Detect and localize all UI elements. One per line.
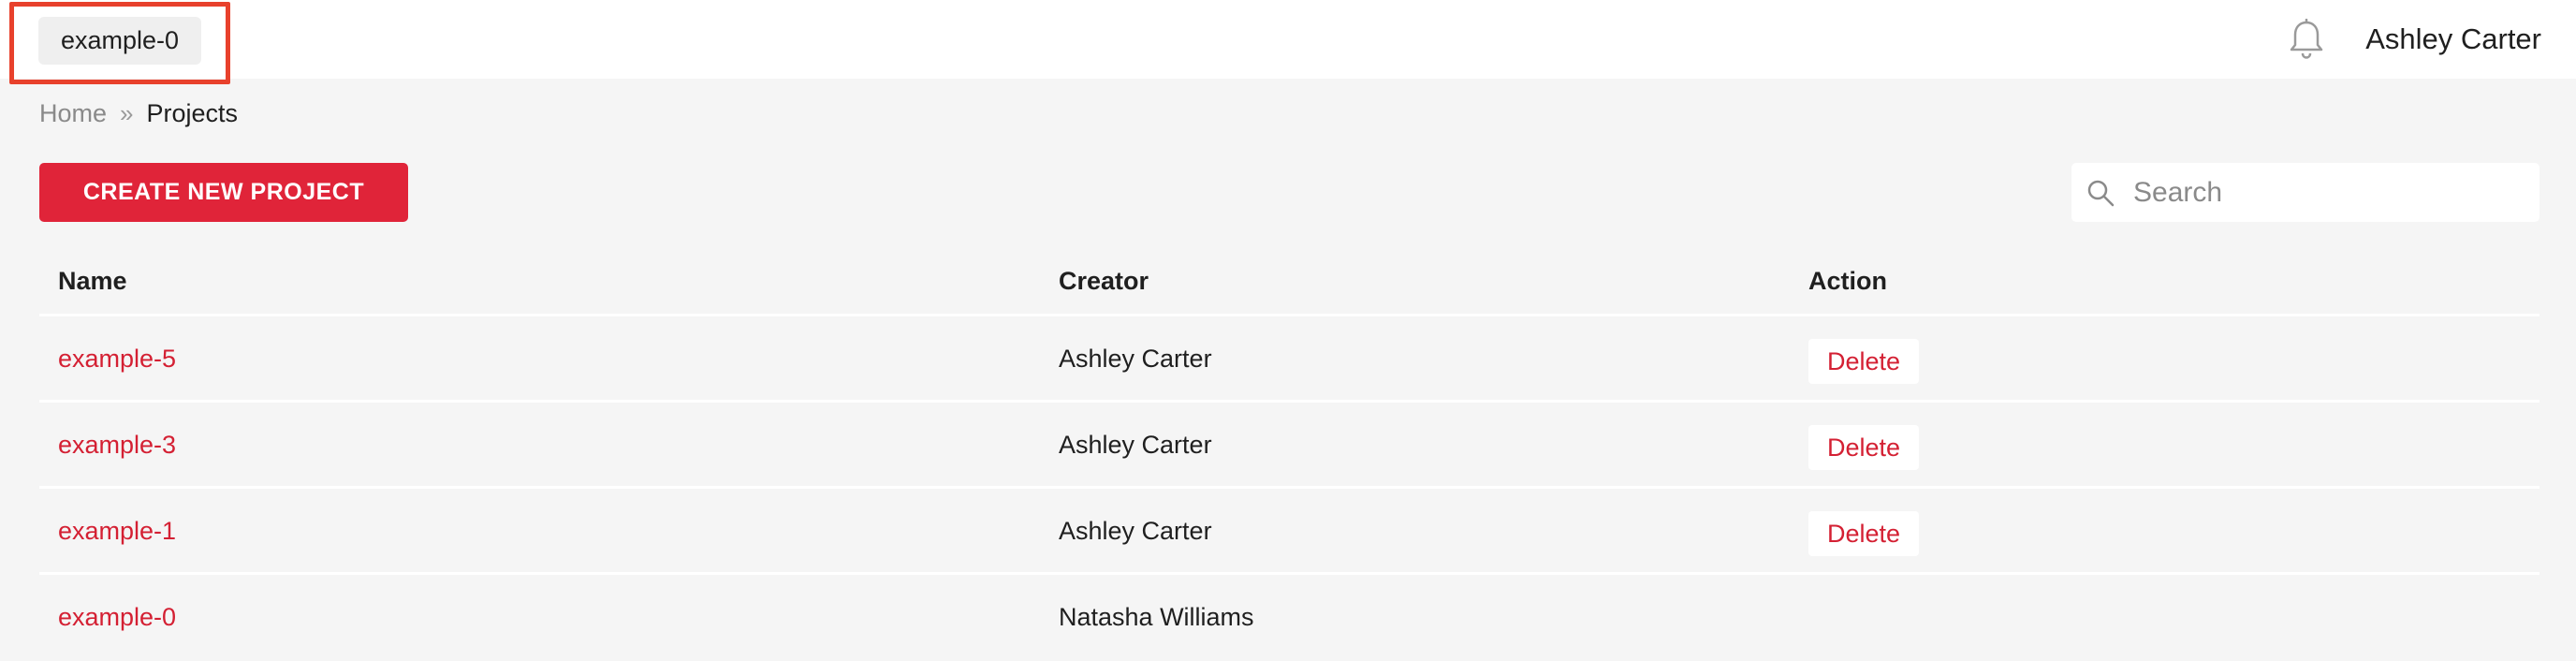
column-header-action: Action: [1808, 267, 1887, 295]
project-name-link[interactable]: example-1: [58, 517, 176, 546]
search-icon: [2087, 180, 2115, 206]
project-creator: Ashley Carter: [1059, 345, 1212, 373]
breadcrumb-current: Projects: [146, 99, 239, 127]
user-menu-name[interactable]: Ashley Carter: [2365, 22, 2541, 56]
table-row: example-1 Ashley Carter Delete: [39, 489, 2539, 575]
search-input[interactable]: [2133, 176, 2526, 209]
breadcrumb: Home » Projects: [39, 99, 238, 128]
project-name-link[interactable]: example-3: [58, 431, 176, 460]
top-bar: example-0 Ashley Carter: [0, 0, 2576, 79]
create-new-project-button[interactable]: CREATE NEW PROJECT: [39, 163, 408, 222]
project-creator: Ashley Carter: [1059, 517, 1212, 545]
project-name-link[interactable]: example-0: [58, 603, 176, 632]
column-header-creator: Creator: [1059, 267, 1149, 295]
table-row: example-0 Natasha Williams: [39, 575, 2539, 661]
create-new-project-label: CREATE NEW PROJECT: [82, 179, 365, 205]
delete-button[interactable]: Delete: [1808, 511, 1920, 556]
breadcrumb-separator-icon: »: [120, 99, 134, 127]
project-creator: Ashley Carter: [1059, 431, 1212, 459]
bell-icon[interactable]: [2288, 19, 2325, 60]
delete-button[interactable]: Delete: [1808, 339, 1920, 384]
project-switcher-button[interactable]: example-0: [38, 17, 202, 65]
delete-button[interactable]: Delete: [1808, 425, 1920, 470]
search-box[interactable]: [2071, 163, 2539, 222]
project-creator: Natasha Williams: [1059, 603, 1254, 631]
project-switcher-label: example-0: [61, 26, 180, 54]
column-header-name: Name: [58, 267, 127, 295]
projects-table: Name Creator Action example-5 Ashley Car…: [39, 251, 2539, 661]
table-row: example-3 Ashley Carter Delete: [39, 403, 2539, 489]
table-row: example-5 Ashley Carter Delete: [39, 316, 2539, 403]
table-header: Name Creator Action: [39, 251, 2539, 316]
breadcrumb-home-link[interactable]: Home: [39, 99, 107, 128]
project-name-link[interactable]: example-5: [58, 345, 176, 374]
